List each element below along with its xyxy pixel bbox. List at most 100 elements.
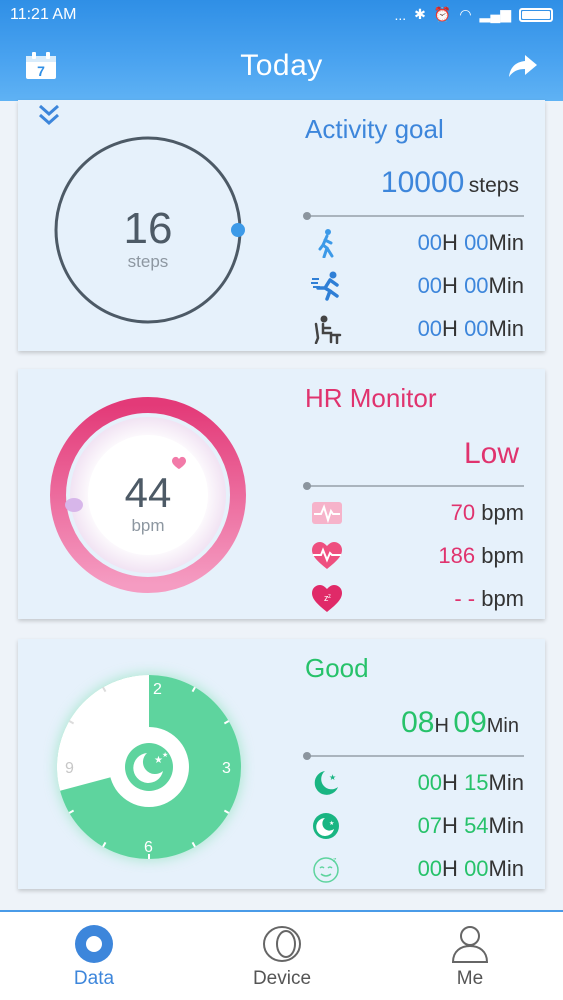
sleep-total-minutes: 09 — [453, 706, 487, 739]
sleep-title: Good — [305, 653, 369, 683]
hr-row-resting: 70 bpm — [310, 496, 524, 528]
sit-minutes: 00 — [464, 316, 489, 341]
svg-text:★: ★ — [329, 820, 334, 827]
hr-status: Low — [463, 437, 519, 470]
data-icon — [75, 925, 113, 963]
sleep-row-deep: ★ 00H 15Min — [310, 766, 524, 798]
sleep-total-hours: 08 — [401, 706, 435, 739]
nav-tab-device[interactable]: Device — [188, 912, 376, 1000]
heart-pulse-icon — [312, 542, 342, 569]
activity-card[interactable]: 16 steps Activity goal 10000 steps 00H 0… — [18, 100, 545, 351]
sleep-row-light: ★ 07H 54Min — [310, 809, 524, 841]
walk-hours: 00 — [417, 230, 443, 255]
hr-value: 44 — [125, 469, 172, 516]
svg-text:★: ★ — [162, 751, 168, 759]
deep-sleep-icon: ★ — [314, 771, 338, 795]
hr-slider[interactable] — [303, 482, 524, 490]
wifi-icon: ◠ — [459, 6, 472, 22]
light-sleep-icon: ★ — [313, 813, 339, 839]
sleep-total-hours-unit: H — [434, 715, 449, 737]
walk-minutes: 00 — [464, 230, 489, 255]
sleep-total-minutes-unit: Min — [486, 715, 519, 737]
activity-row-walk: 00H 00Min — [310, 226, 524, 258]
sit-hours: 00 — [417, 316, 443, 341]
hr-ring-knob — [65, 498, 83, 512]
battery-icon — [519, 7, 553, 22]
activity-title: Activity goal — [305, 114, 444, 144]
walk-minutes-unit: Min — [488, 230, 524, 255]
light-sleep-hours-unit: H — [442, 813, 458, 838]
awake-minutes: 00 — [464, 856, 489, 881]
run-icon — [311, 271, 339, 301]
sit-minutes-unit: Min — [488, 316, 524, 341]
deep-sleep-minutes-unit: Min — [488, 770, 524, 795]
person-icon — [451, 926, 489, 963]
awake-hours: 00 — [417, 856, 443, 881]
hr-sleep-unit: bpm — [481, 586, 524, 611]
goal-unit: steps — [468, 174, 519, 197]
hr-max-value: 186 — [438, 543, 476, 568]
hr-max-unit: bpm — [481, 543, 524, 568]
activity-row-sit: 00H 00Min — [310, 312, 524, 344]
deep-sleep-hours: 00 — [417, 770, 443, 795]
page-title: Today — [240, 49, 323, 82]
sit-icon — [314, 315, 342, 344]
svg-text:★: ★ — [329, 773, 336, 782]
signal-icon: ▂▄▆ — [479, 6, 511, 22]
steps-ring-knob — [231, 223, 245, 237]
sleep-dial: 2 3 6 9 ★ ★ — [55, 673, 243, 861]
awake-icon: z — [313, 857, 339, 883]
nav-label-device: Device — [252, 968, 312, 989]
bluetooth-icon: ✱ — [414, 6, 426, 22]
device-icon — [263, 926, 301, 962]
hr-resting-value: 70 — [450, 500, 476, 525]
nav-tab-me[interactable]: Me — [376, 912, 563, 1000]
deep-sleep-minutes: 15 — [464, 770, 489, 795]
hr-sleep-value: - - — [454, 586, 476, 611]
dial-label-6: 6 — [144, 839, 153, 856]
light-sleep-hours: 07 — [417, 813, 443, 838]
walk-hours-unit: H — [442, 230, 458, 255]
status-bar: 11:21 AM ... ✱ ⏰ ◠ ▂▄▆ — [10, 6, 553, 28]
hr-resting-unit: bpm — [481, 500, 524, 525]
steps-ring: 16 steps — [54, 136, 245, 324]
dial-label-2: 2 — [153, 681, 162, 698]
walk-icon — [318, 229, 334, 258]
status-icons: ... ✱ ⏰ ◠ ▂▄▆ — [394, 6, 553, 23]
dial-label-9: 9 — [65, 760, 74, 777]
hr-unit: bpm — [131, 516, 164, 535]
hr-monitor-card[interactable]: 44 bpm HR Monitor Low 70 bpm 186 bpm z z… — [18, 369, 545, 619]
nav-tab-data[interactable]: Data — [0, 912, 188, 1000]
status-time: 11:21 AM — [10, 6, 77, 23]
heart-sleep-icon: z z — [312, 585, 342, 612]
light-sleep-minutes-unit: Min — [488, 813, 524, 838]
sit-hours-unit: H — [442, 316, 458, 341]
awake-minutes-unit: Min — [488, 856, 524, 881]
sleep-slider[interactable] — [303, 752, 524, 760]
light-sleep-minutes: 54 — [464, 813, 489, 838]
ecg-icon — [312, 502, 342, 524]
hr-ring: 44 bpm — [50, 397, 246, 593]
share-button[interactable] — [507, 52, 539, 80]
awake-hours-unit: H — [442, 856, 458, 881]
status-dots: ... — [394, 6, 407, 23]
nav-label-data: Data — [73, 968, 115, 989]
goal-value: 10000 — [380, 166, 465, 199]
run-hours-unit: H — [442, 273, 458, 298]
sleep-total: 08H 09Min — [401, 706, 519, 740]
hr-row-max: 186 bpm — [310, 539, 524, 571]
svg-text:z: z — [328, 594, 331, 600]
run-minutes: 00 — [464, 273, 489, 298]
hr-title: HR Monitor — [305, 383, 437, 413]
run-hours: 00 — [417, 273, 443, 298]
bottom-nav: Data Device Me — [0, 910, 563, 1000]
sleep-row-awake: z 00H 00Min — [310, 852, 524, 884]
steps-unit: steps — [128, 252, 169, 271]
sleep-card[interactable]: 2 3 6 9 ★ ★ Good 08H 09Min ★ 00H 15Min ★… — [18, 639, 545, 889]
activity-goal: 10000 steps — [381, 166, 519, 200]
deep-sleep-hours-unit: H — [442, 770, 458, 795]
run-minutes-unit: Min — [488, 273, 524, 298]
dial-label-3: 3 — [222, 760, 231, 777]
activity-row-run: 00H 00Min — [310, 269, 524, 301]
activity-progress-slider[interactable] — [303, 212, 524, 220]
